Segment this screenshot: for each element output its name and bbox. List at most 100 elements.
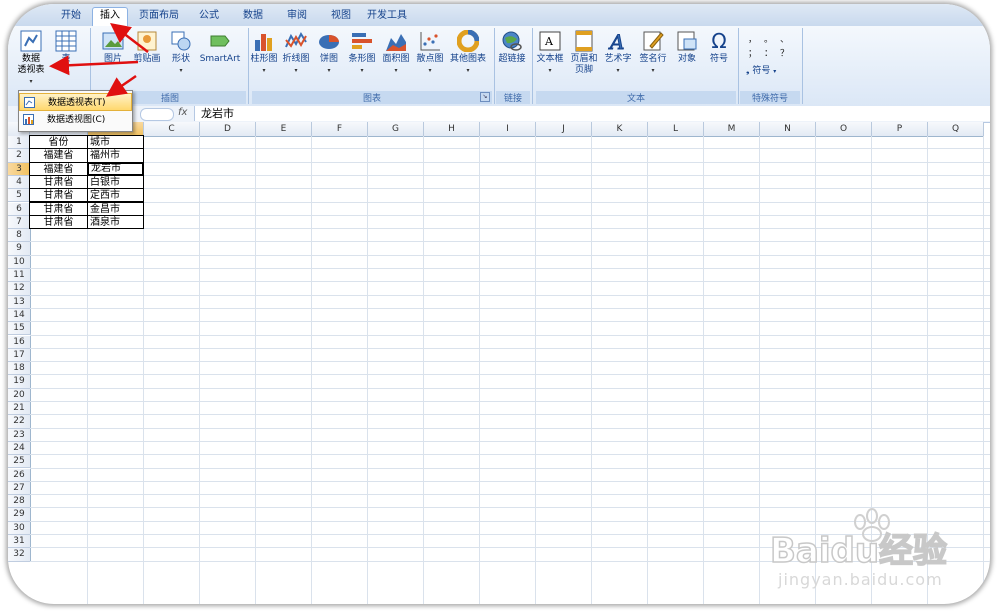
textbox-button[interactable]: A 文本框 ▾ — [534, 30, 566, 76]
symbol-button[interactable]: Ω 符号 — [704, 30, 734, 65]
special-symbol-1[interactable]: ， — [748, 32, 757, 45]
table-button[interactable]: 表 — [52, 30, 80, 65]
pivot-table-button[interactable]: 数据 透视表 ▾ — [14, 30, 48, 87]
special-symbol-6[interactable]: ？ — [780, 46, 789, 59]
formula-cancel-confirm[interactable] — [140, 108, 174, 121]
bar-chart-button[interactable]: 条形图 ▾ — [346, 30, 378, 76]
table-cell[interactable]: 福建省 — [29, 148, 88, 163]
smartart-button[interactable]: SmartArt — [198, 30, 242, 65]
row-header[interactable]: 13 — [8, 295, 31, 309]
menu-item-pivot-table[interactable]: 数据透视表(T) — [19, 93, 132, 111]
special-symbol-5[interactable]: ： — [764, 46, 773, 59]
column-header[interactable]: I — [480, 122, 536, 137]
tab-view[interactable]: 视图 — [322, 8, 360, 26]
row-header[interactable]: 21 — [8, 402, 31, 416]
row-header[interactable]: 18 — [8, 362, 31, 376]
table-cell[interactable]: 甘肃省 — [29, 174, 88, 190]
column-header[interactable]: M — [704, 122, 760, 137]
table-cell[interactable]: 白银市 — [87, 174, 144, 190]
column-header[interactable]: C — [144, 122, 200, 137]
row-header[interactable]: 16 — [8, 335, 31, 349]
row-header[interactable]: 9 — [8, 242, 31, 256]
column-header[interactable]: D — [200, 122, 256, 137]
column-header[interactable]: K — [592, 122, 648, 137]
row-header[interactable]: 17 — [8, 348, 31, 363]
row-header[interactable]: 6 — [8, 202, 31, 216]
row-header[interactable]: 29 — [8, 508, 31, 522]
row-header[interactable]: 19 — [8, 375, 31, 389]
clipart-button[interactable]: 剪贴画 — [130, 30, 164, 65]
column-header[interactable]: H — [424, 122, 480, 137]
row-header[interactable]: 2 — [8, 149, 31, 163]
table-cell[interactable]: 甘肃省 — [29, 188, 88, 203]
tab-insert[interactable]: 插入 — [92, 7, 128, 27]
table-cell[interactable]: 省份 — [29, 135, 88, 150]
row-header[interactable]: 25 — [8, 455, 31, 469]
column-header[interactable]: O — [816, 122, 872, 137]
row-header[interactable]: 3 — [8, 162, 31, 176]
column-header[interactable]: J — [536, 122, 592, 137]
row-header[interactable]: 31 — [8, 535, 31, 549]
special-symbol-dropdown[interactable]: ❟ 符号 ▾ — [746, 66, 792, 77]
tab-developer[interactable]: 开发工具 — [362, 8, 412, 26]
table-cell[interactable]: 福州市 — [87, 148, 144, 163]
column-header[interactable]: F — [312, 122, 368, 137]
column-header[interactable]: E — [256, 122, 312, 137]
tab-data[interactable]: 数据 — [234, 8, 272, 26]
row-header[interactable]: 27 — [8, 481, 31, 496]
table-cell[interactable]: 城市 — [87, 135, 144, 150]
row-header[interactable]: 23 — [8, 428, 31, 442]
row-header[interactable]: 1 — [8, 136, 31, 150]
row-header[interactable]: 22 — [8, 415, 31, 429]
row-header[interactable]: 26 — [8, 468, 31, 482]
row-header[interactable]: 28 — [8, 495, 31, 509]
row-header[interactable]: 24 — [8, 441, 31, 456]
row-header[interactable]: 7 — [8, 215, 31, 230]
row-header[interactable]: 30 — [8, 521, 31, 535]
row-header[interactable]: 8 — [8, 229, 31, 243]
row-header[interactable]: 12 — [8, 282, 31, 296]
row-header[interactable]: 4 — [8, 175, 31, 190]
column-header[interactable]: P — [872, 122, 928, 137]
shapes-button[interactable]: 形状 ▾ — [166, 30, 196, 76]
row-header[interactable]: 11 — [8, 269, 31, 283]
row-header[interactable]: 20 — [8, 388, 31, 402]
fx-icon[interactable]: fx — [178, 107, 187, 118]
row-header[interactable]: 14 — [8, 308, 31, 323]
table-cell[interactable]: 金昌市 — [87, 201, 144, 216]
formula-input[interactable]: 龙岩市 — [194, 106, 990, 121]
tab-page-layout[interactable]: 页面布局 — [134, 8, 184, 26]
special-symbol-2[interactable]: 。 — [764, 32, 773, 45]
area-chart-button[interactable]: 面积图 ▾ — [380, 30, 412, 76]
picture-button[interactable]: 图片 — [98, 30, 128, 65]
object-button[interactable]: 对象 — [672, 30, 702, 65]
table-cell[interactable]: 酒泉市 — [87, 214, 144, 230]
tab-review[interactable]: 审阅 — [278, 8, 316, 26]
column-header[interactable]: Q — [928, 122, 984, 137]
menu-item-pivot-chart[interactable]: 数据透视图(C) — [19, 111, 132, 129]
line-chart-button[interactable]: 折线图 ▾ — [280, 30, 312, 76]
special-symbol-3[interactable]: 、 — [780, 32, 789, 45]
table-cell[interactable]: 甘肃省 — [29, 214, 88, 230]
column-header[interactable]: N — [760, 122, 816, 137]
tab-home[interactable]: 开始 — [52, 8, 90, 26]
pie-chart-button[interactable]: 饼图 ▾ — [314, 30, 344, 76]
row-header[interactable]: 15 — [8, 322, 31, 336]
column-header[interactable]: G — [368, 122, 424, 137]
row-header[interactable]: 10 — [8, 255, 31, 269]
column-chart-button[interactable]: 柱形图 ▾ — [250, 30, 278, 76]
table-cell[interactable]: 定西市 — [87, 188, 144, 203]
special-symbol-4[interactable]: ； — [748, 46, 757, 59]
scatter-chart-button[interactable]: 散点图 ▾ — [414, 30, 446, 76]
row-header[interactable]: 32 — [8, 548, 31, 562]
other-charts-button[interactable]: 其他图表 ▾ — [448, 30, 488, 76]
table-cell[interactable]: 福建省 — [29, 161, 88, 176]
table-cell[interactable]: 甘肃省 — [29, 201, 88, 216]
active-cell[interactable]: 龙岩市 — [87, 161, 144, 176]
column-header[interactable]: L — [648, 122, 704, 137]
signature-line-button[interactable]: 签名行 ▾ — [636, 30, 670, 76]
row-header[interactable]: 5 — [8, 189, 31, 203]
charts-dialog-launcher-icon[interactable]: ↘ — [480, 92, 490, 102]
header-footer-button[interactable]: 页眉和 页脚 — [568, 30, 600, 76]
hyperlink-button[interactable]: 超链接 — [496, 30, 528, 65]
